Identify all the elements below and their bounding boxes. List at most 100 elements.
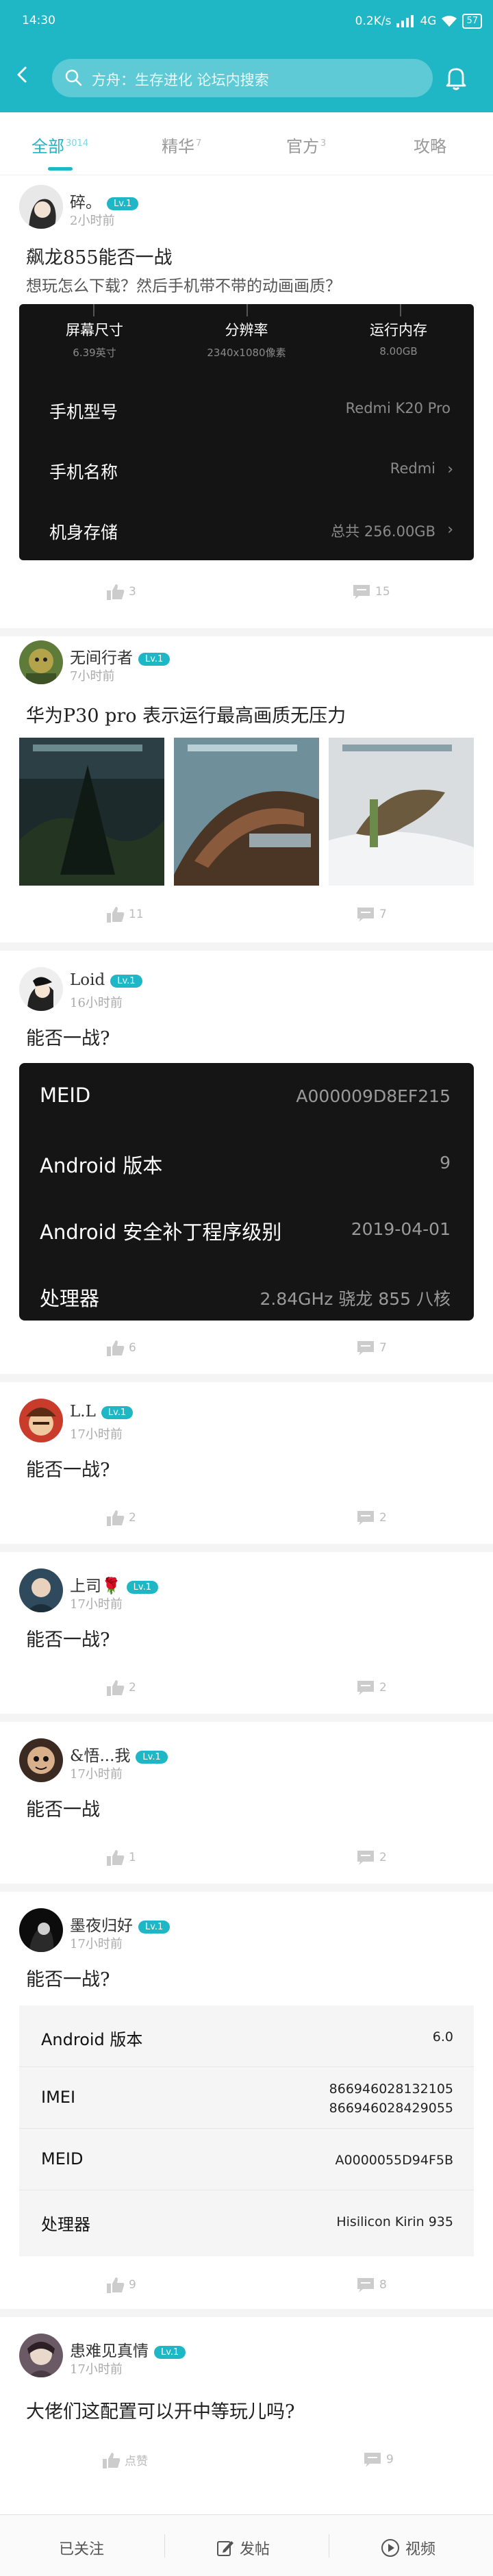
- comment-button[interactable]: 15: [352, 584, 390, 600]
- author-name[interactable]: 患难见真情 Lv.1: [70, 2338, 186, 2361]
- like-button[interactable]: 点赞: [103, 2451, 148, 2468]
- play-circle-icon: [381, 2539, 399, 2557]
- device-info-label: MEID: [41, 2149, 84, 2168]
- avatar[interactable]: [19, 640, 63, 684]
- new-post-button[interactable]: 发帖: [216, 2537, 270, 2559]
- post-body[interactable]: 想玩怎么下载？然后手机带不带的动画画质？: [26, 273, 341, 296]
- avatar-image: [19, 185, 63, 229]
- game-screenshot[interactable]: [19, 738, 164, 886]
- comment-button[interactable]: 2: [356, 1510, 387, 1526]
- comment-button[interactable]: 2: [356, 1679, 387, 1696]
- post-card[interactable]: 上司🌹 Lv.1 17小时前 能否一战? 2 2: [0, 1552, 493, 1722]
- post-card[interactable]: L.L Lv.1 17小时前 能否一战? 2 2: [0, 1382, 493, 1552]
- comment-button[interactable]: 9: [363, 2451, 394, 2468]
- like-button[interactable]: 1: [107, 1849, 136, 1866]
- comment-count: 7: [379, 908, 387, 921]
- chevron-right-icon: ›: [447, 521, 453, 538]
- comment-count: 8: [379, 2278, 387, 2292]
- follow-button[interactable]: 已关注: [59, 2537, 104, 2559]
- post-title[interactable]: 大佬们这配置可以开中等玩儿吗?: [26, 2397, 294, 2423]
- wifi-icon: [442, 16, 457, 27]
- phone-spec-screenshot[interactable]: 屏幕尺寸 6.39英寸 分辨率 2340x1080像素 运行内存 8.00GB 手机型…: [19, 304, 474, 560]
- video-button[interactable]: 视频: [381, 2537, 435, 2559]
- comment-icon: [357, 1851, 374, 1865]
- post-card[interactable]: 碎。 Lv.1 2小时前 飙龙855能否一战 想玩怎么下载？然后手机带不带的动画画…: [0, 175, 493, 636]
- post-title[interactable]: 能否一战: [26, 1795, 100, 1821]
- divider: [164, 2534, 165, 2558]
- spec-row-value: 总共 256.00GB: [331, 523, 435, 540]
- post-card[interactable]: 患难见真情 Lv.1 17小时前 大佬们这配置可以开中等玩儿吗? 点赞 9: [0, 2317, 493, 2516]
- like-button[interactable]: 11: [107, 906, 144, 923]
- post-card[interactable]: 墨夜归好 Lv.1 17小时前 能否一战? Android 版本 6.0 IMEI 8…: [0, 1892, 493, 2317]
- battery-indicator: 57: [462, 14, 482, 29]
- author-name-text: 患难见真情: [70, 2342, 149, 2360]
- post-title[interactable]: 能否一战?: [26, 1964, 110, 1991]
- avatar[interactable]: [19, 1908, 63, 1952]
- like-button[interactable]: 9: [107, 2277, 136, 2293]
- author-name-text: L.L: [70, 1403, 96, 1421]
- tab-official[interactable]: 官方 3: [286, 133, 326, 157]
- comment-button[interactable]: 8: [356, 2277, 387, 2293]
- comment-button[interactable]: 7: [356, 906, 387, 923]
- comment-icon: [364, 2453, 381, 2467]
- like-button[interactable]: 2: [107, 1679, 136, 1696]
- post-card[interactable]: Loid Lv.1 16小时前 能否一战? MEID A000009D8EF215 …: [0, 951, 493, 1382]
- comment-button[interactable]: 2: [356, 1849, 387, 1866]
- thumbs-up-icon: [107, 1510, 125, 1526]
- post-card[interactable]: 无间行者 Lv.1 7小时前 华为P30 pro 表示运行最高画质无压力 11 7: [0, 636, 493, 951]
- avatar[interactable]: [19, 1399, 63, 1442]
- network-speed: 0.2K/s: [355, 14, 392, 28]
- game-screenshot[interactable]: [329, 738, 474, 886]
- post-title[interactable]: 能否一战?: [26, 1625, 110, 1651]
- spec-col-value: 2340x1080像素: [207, 347, 286, 359]
- author-name[interactable]: &悟...我 Lv.1: [70, 1742, 168, 1766]
- post-title[interactable]: 能否一战?: [26, 1455, 110, 1481]
- device-info-screenshot[interactable]: MEID A000009D8EF215 Android 版本 9 Android 安…: [19, 1063, 474, 1321]
- search-bar[interactable]: 方舟：生存进化 论坛内搜索: [52, 59, 433, 97]
- comment-count: 2: [379, 1681, 387, 1695]
- post-card[interactable]: &悟...我 Lv.1 17小时前 能否一战 1 2: [0, 1722, 493, 1892]
- tab-all[interactable]: 全部 3014: [31, 133, 88, 157]
- author-name[interactable]: 墨夜归好 Lv.1: [70, 1912, 170, 1936]
- author-name-text: 上司🌹: [70, 1577, 121, 1595]
- bell-icon[interactable]: [445, 66, 467, 90]
- back-arrow-icon[interactable]: [14, 66, 31, 84]
- avatar[interactable]: [19, 967, 63, 1011]
- author-name[interactable]: L.L Lv.1: [70, 1403, 134, 1421]
- author-name[interactable]: 上司🌹 Lv.1: [70, 1573, 158, 1596]
- active-tab-indicator: [48, 167, 73, 171]
- spec-col-title: 屏幕尺寸: [66, 322, 123, 338]
- avatar-image: [19, 640, 63, 684]
- author-name-text: 墨夜归好: [70, 1917, 133, 1935]
- tab-guides[interactable]: 攻略: [414, 133, 446, 157]
- avatar[interactable]: [19, 1568, 63, 1612]
- avatar-image: [19, 967, 63, 1011]
- thumbs-up-icon: [107, 1680, 125, 1696]
- thumbs-up-icon: [107, 2277, 125, 2293]
- like-button[interactable]: 2: [107, 1510, 136, 1526]
- like-button[interactable]: 6: [107, 1340, 136, 1356]
- game-screenshot[interactable]: [174, 738, 319, 886]
- author-name[interactable]: 无间行者 Lv.1: [70, 645, 170, 668]
- signal-icon: [396, 15, 414, 27]
- comment-icon: [357, 2278, 374, 2292]
- spec-col-title: 运行内存: [370, 322, 427, 338]
- author-name[interactable]: Loid Lv.1: [70, 971, 142, 989]
- author-name[interactable]: 碎。 Lv.1: [70, 189, 139, 212]
- post-time: 17小时前: [70, 2362, 123, 2377]
- post-title[interactable]: 华为P30 pro 表示运行最高画质无压力: [26, 701, 346, 727]
- like-button[interactable]: 3: [107, 584, 136, 600]
- tab-featured[interactable]: 精华 7: [162, 133, 201, 157]
- avatar[interactable]: [19, 2334, 63, 2377]
- post-title[interactable]: 能否一战?: [26, 1023, 110, 1050]
- avatar[interactable]: [19, 1738, 63, 1782]
- status-time: 14:30: [22, 14, 55, 27]
- network-type: 4G: [420, 14, 437, 28]
- spec-row-label: 手机型号: [49, 402, 118, 422]
- post-title[interactable]: 飙龙855能否一战: [26, 242, 173, 269]
- comment-button[interactable]: 7: [356, 1340, 387, 1356]
- device-info-screenshot[interactable]: Android 版本 6.0 IMEI 866946028132105 866946…: [19, 2005, 474, 2256]
- avatar[interactable]: [19, 185, 63, 229]
- device-info-value: 2019-04-01: [351, 1219, 451, 1239]
- spec-col-title: 分辨率: [225, 322, 268, 338]
